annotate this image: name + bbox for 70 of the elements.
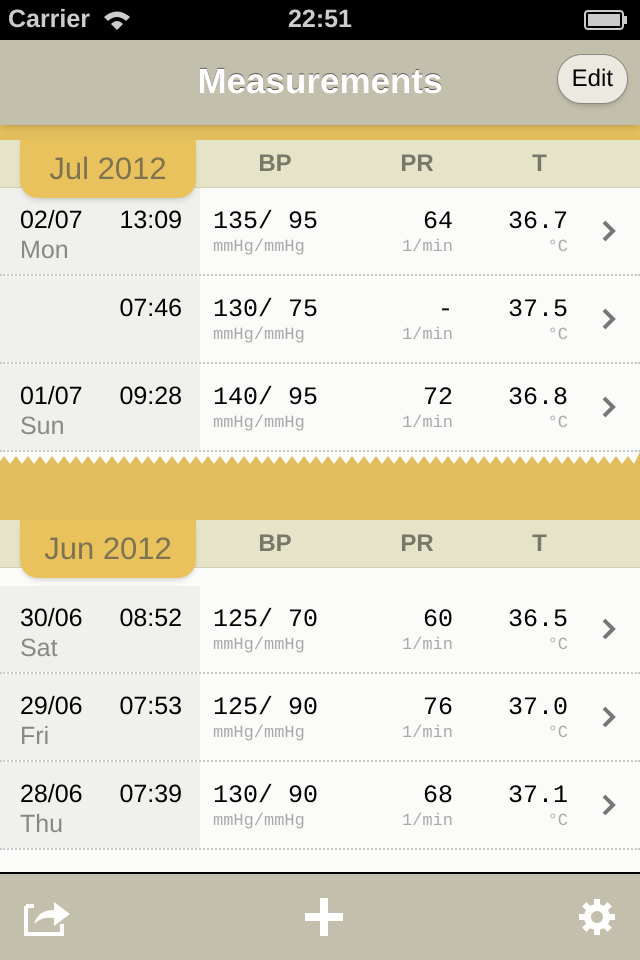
chevron-icon[interactable] (602, 396, 616, 418)
bp-value: 125/ 90 (213, 694, 318, 722)
chevron-icon[interactable] (602, 618, 616, 640)
bp-unit: mmHg/mmHg (213, 723, 305, 745)
bp-value: 125/ 70 (213, 606, 318, 634)
bp-value: 135/ 95 (213, 208, 318, 236)
pr-unit: 1/min (402, 325, 453, 347)
carrier-label: Carrier (8, 4, 90, 36)
clock-label: 22:51 (288, 4, 352, 36)
bp-value: 130/ 75 (213, 296, 318, 324)
bp-unit: mmHg/mmHg (213, 325, 305, 347)
pr-value: 76 (422, 694, 453, 722)
column-header: T (531, 148, 548, 178)
nav-title: Measurements (197, 61, 443, 104)
column-header: PR (399, 148, 435, 178)
t-value: 37.0 (508, 694, 568, 722)
row-date: 02/07 (20, 206, 83, 234)
pr-unit: 1/min (402, 811, 453, 833)
row-time: 07:46 (119, 294, 182, 322)
bp-value: 130/ 90 (213, 782, 318, 810)
column-header: T (531, 528, 548, 558)
t-unit: °C (548, 635, 568, 657)
pr-unit: 1/min (402, 413, 453, 435)
row-time: 13:09 (119, 206, 182, 234)
row-weekday: Sat (20, 633, 59, 664)
row-weekday: Fri (20, 721, 50, 752)
column-header: BP (257, 528, 293, 558)
wifi-icon (102, 9, 132, 31)
row-time: 07:39 (119, 780, 182, 808)
chevron-icon[interactable] (602, 308, 616, 330)
t-value: 37.5 (508, 296, 568, 324)
column-header: PR (399, 528, 435, 558)
pr-unit: 1/min (402, 237, 453, 259)
t-value: 37.1 (508, 782, 568, 810)
chevron-icon[interactable] (602, 220, 616, 242)
row-time: 07:53 (119, 692, 182, 720)
chevron-icon[interactable] (602, 794, 616, 816)
t-unit: °C (548, 413, 568, 435)
pr-value: 68 (422, 782, 453, 810)
pr-unit: 1/min (402, 635, 453, 657)
t-unit: °C (548, 723, 568, 745)
row-weekday: Mon (20, 235, 70, 266)
row-date: 28/06 (20, 780, 83, 808)
t-unit: °C (548, 325, 568, 347)
row-time: 08:52 (119, 604, 182, 632)
bp-unit: mmHg/mmHg (213, 413, 305, 435)
bp-unit: mmHg/mmHg (213, 237, 305, 259)
pr-value: - (438, 296, 453, 324)
pr-unit: 1/min (402, 723, 453, 745)
t-unit: °C (548, 811, 568, 833)
t-value: 36.7 (508, 208, 568, 236)
row-weekday: Thu (20, 809, 64, 840)
pr-value: 60 (422, 606, 453, 634)
column-header: BP (257, 148, 293, 178)
bp-unit: mmHg/mmHg (213, 811, 305, 833)
pr-value: 64 (422, 208, 453, 236)
row-date: 01/07 (20, 382, 83, 410)
t-value: 36.5 (508, 606, 568, 634)
t-value: 36.8 (508, 384, 568, 412)
row-date: 29/06 (20, 692, 83, 720)
row-weekday: Sun (20, 411, 66, 442)
t-unit: °C (548, 237, 568, 259)
bp-unit: mmHg/mmHg (213, 635, 305, 657)
edit-button[interactable]: Edit (556, 54, 628, 104)
row-date: 30/06 (20, 604, 83, 632)
bp-value: 140/ 95 (213, 384, 318, 412)
battery-icon (584, 10, 628, 30)
row-time: 09:28 (119, 382, 182, 410)
chevron-icon[interactable] (602, 706, 616, 728)
pr-value: 72 (422, 384, 453, 412)
